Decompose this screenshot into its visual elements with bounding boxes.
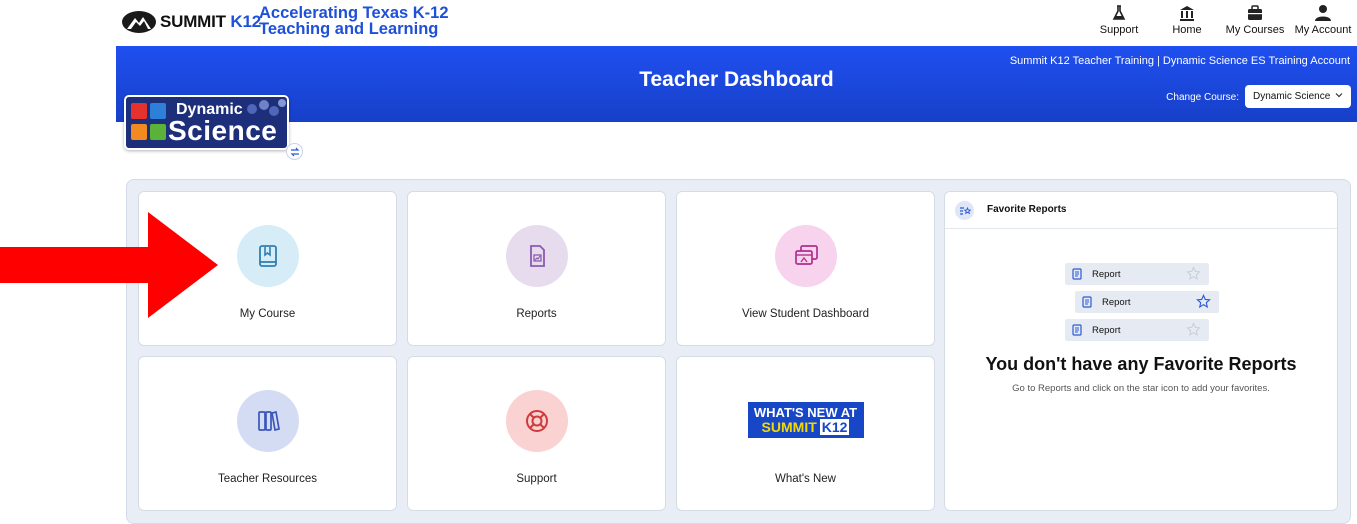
user-icon — [1315, 5, 1331, 21]
card-label: Reports — [516, 308, 557, 320]
book-icon — [236, 225, 299, 287]
favorite-reports-header: Favorite Reports — [945, 192, 1337, 229]
swap-course-button[interactable] — [286, 143, 303, 160]
summit-logo[interactable]: SUMMIT K12 — [122, 10, 261, 34]
nav-my-courses-label: My Courses — [1225, 24, 1285, 36]
card-label: Support — [516, 473, 557, 485]
flask-icon — [1112, 5, 1126, 20]
course-logo-badge: Dynamic Science — [124, 95, 289, 150]
tagline: Accelerating Texas K-12 Teaching and Lea… — [259, 4, 449, 38]
student-dashboard-icon — [774, 225, 837, 287]
document-icon — [1072, 268, 1082, 280]
card-whats-new[interactable]: WHAT'S NEW AT SUMMIT K12 What's New — [676, 356, 935, 511]
dashboard-banner: Teacher Dashboard Summit K12 Teacher Tra… — [116, 46, 1357, 122]
course-select-value: Dynamic Science — [1253, 91, 1331, 102]
bank-icon — [1180, 6, 1194, 21]
favorite-reports-panel: Favorite Reports Report Report Report Yo… — [944, 191, 1338, 511]
top-bar: SUMMIT K12 Accelerating Texas K-12 Teach… — [0, 0, 1357, 46]
card-label: What's New — [775, 473, 836, 485]
nav-support-label: Support — [1099, 24, 1139, 36]
mountain-logo-icon — [122, 10, 156, 34]
account-info: Summit K12 Teacher Training | Dynamic Sc… — [1009, 55, 1350, 67]
top-nav: Support Home My Courses My Account — [1085, 4, 1357, 36]
books-icon — [236, 390, 299, 452]
dna-icon — [131, 103, 147, 119]
chevron-down-icon — [1335, 93, 1343, 98]
nav-home[interactable]: Home — [1153, 4, 1221, 36]
planet-icon — [131, 124, 147, 140]
course-logo-line-2: Science — [168, 115, 278, 146]
sample-report-item: Report — [1065, 319, 1209, 341]
card-label: View Student Dashboard — [741, 308, 869, 320]
favorite-reports-title: Favorite Reports — [987, 204, 1067, 215]
document-icon — [1082, 296, 1092, 308]
empty-state-title: You don't have any Favorite Reports — [985, 354, 1297, 374]
card-teacher-resources[interactable]: Teacher Resources — [138, 356, 397, 511]
card-label: Teacher Resources — [217, 473, 318, 485]
card-view-student-dashboard[interactable]: View Student Dashboard — [676, 191, 935, 346]
nav-support[interactable]: Support — [1085, 4, 1153, 36]
tagline-line-1: Accelerating Texas K-12 — [259, 4, 449, 22]
whats-new-banner: WHAT'S NEW AT SUMMIT K12 — [747, 402, 864, 438]
red-arrow-annotation — [0, 212, 218, 318]
card-support[interactable]: Support — [407, 356, 666, 511]
star-outline-icon — [1196, 294, 1211, 309]
document-icon — [1072, 324, 1082, 336]
sample-report-item: Report — [1065, 263, 1209, 285]
beaker-icon — [150, 103, 166, 119]
nav-my-account-label: My Account — [1294, 24, 1352, 36]
briefcase-icon — [1248, 5, 1262, 20]
nav-my-account[interactable]: My Account — [1289, 4, 1357, 36]
card-reports[interactable]: Reports — [407, 191, 666, 346]
tagline-line-2: Teaching and Learning — [259, 20, 439, 38]
sample-report-label: Report — [1092, 324, 1121, 336]
nav-my-courses[interactable]: My Courses — [1221, 4, 1289, 36]
favorite-list-icon — [955, 201, 974, 220]
brand-name: SUMMIT K12 — [160, 12, 261, 31]
star-outline-icon — [1186, 322, 1201, 336]
atom-icon — [150, 124, 166, 140]
whats-new-line-2: SUMMIT K12 — [761, 419, 850, 435]
empty-state-subtitle: Go to Reports and click on the star icon… — [1012, 383, 1270, 394]
swap-icon — [290, 147, 299, 156]
nav-home-label: Home — [1172, 24, 1202, 36]
page: SUMMIT K12 Accelerating Texas K-12 Teach… — [0, 0, 1357, 524]
sample-report-label: Report — [1092, 268, 1121, 280]
sample-report-label: Report — [1102, 296, 1131, 308]
course-select[interactable]: Dynamic Science — [1245, 85, 1351, 108]
whats-new-line-1: WHAT'S NEW AT — [753, 405, 858, 420]
star-outline-icon — [1186, 266, 1201, 280]
page-title: Teacher Dashboard — [639, 68, 834, 91]
report-icon — [505, 225, 568, 287]
sample-report-item: Report — [1075, 291, 1219, 313]
change-course-label: Change Course: — [1166, 92, 1239, 103]
lifebuoy-icon — [505, 390, 568, 452]
